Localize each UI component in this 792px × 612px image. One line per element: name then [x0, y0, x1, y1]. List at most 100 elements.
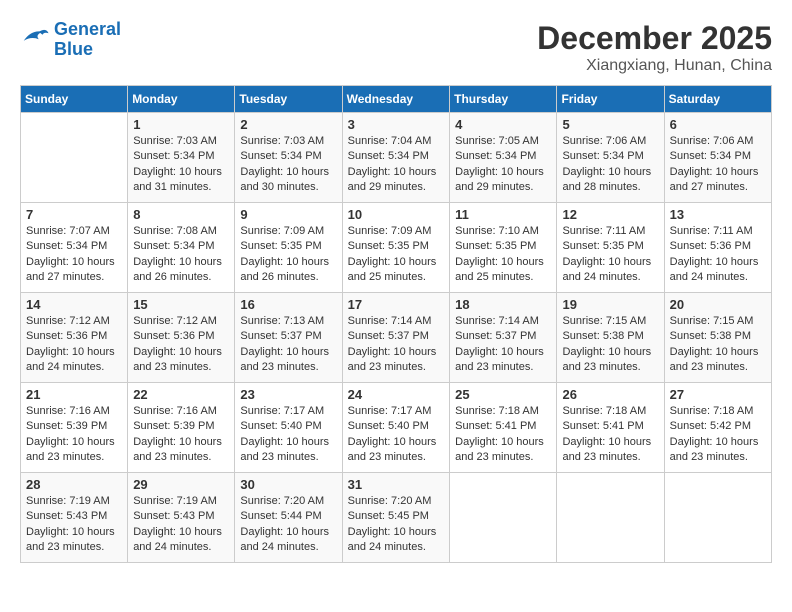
page-header: General Blue December 2025 Xiangxiang, H…: [20, 20, 772, 75]
day-info: Sunrise: 7:18 AM Sunset: 5:41 PM Dayligh…: [455, 404, 551, 466]
day-info: Sunrise: 7:14 AM Sunset: 5:37 PM Dayligh…: [455, 314, 551, 376]
calendar-day-cell: 30 Sunrise: 7:20 AM Sunset: 5:44 PM Dayli…: [235, 473, 342, 563]
day-of-week-header: Wednesday: [342, 86, 450, 113]
logo: General Blue: [20, 20, 121, 60]
calendar-table: SundayMondayTuesdayWednesdayThursdayFrid…: [20, 85, 772, 563]
calendar-week-row: 7 Sunrise: 7:07 AM Sunset: 5:34 PM Daylig…: [21, 203, 772, 293]
calendar-day-cell: 27 Sunrise: 7:18 AM Sunset: 5:42 PM Dayli…: [664, 383, 771, 473]
day-number: 31: [348, 477, 445, 492]
calendar-day-cell: 25Sunrise: 7:18 AM Sunset: 5:41 PM Dayli…: [450, 383, 557, 473]
calendar-day-cell: [664, 473, 771, 563]
day-number: 26: [562, 387, 658, 402]
day-of-week-header: Monday: [128, 86, 235, 113]
day-number: 8: [133, 207, 229, 222]
calendar-day-cell: 12 Sunrise: 7:11 AM Sunset: 5:35 PM Dayli…: [557, 203, 664, 293]
day-number: 2: [240, 117, 336, 132]
day-info: Sunrise: 7:12 AM Sunset: 5:36 PM Dayligh…: [26, 314, 122, 376]
day-number: 3: [348, 117, 445, 132]
day-info: Sunrise: 7:11 AM Sunset: 5:35 PM Dayligh…: [562, 224, 658, 286]
calendar-day-cell: 1 Sunrise: 7:03 AM Sunset: 5:34 PM Daylig…: [128, 113, 235, 203]
day-number: 21: [26, 387, 122, 402]
day-number: 20: [670, 297, 766, 312]
calendar-day-cell: 21 Sunrise: 7:16 AM Sunset: 5:39 PM Dayli…: [21, 383, 128, 473]
day-number: 1: [133, 117, 229, 132]
calendar-day-cell: 17Sunrise: 7:14 AM Sunset: 5:37 PM Dayli…: [342, 293, 450, 383]
day-of-week-header: Thursday: [450, 86, 557, 113]
day-info: Sunrise: 7:13 AM Sunset: 5:37 PM Dayligh…: [240, 314, 336, 376]
calendar-day-cell: 9 Sunrise: 7:09 AM Sunset: 5:35 PM Daylig…: [235, 203, 342, 293]
day-info: Sunrise: 7:07 AM Sunset: 5:34 PM Dayligh…: [26, 224, 122, 286]
location: Xiangxiang, Hunan, China: [537, 57, 772, 75]
day-info: Sunrise: 7:03 AM Sunset: 5:34 PM Dayligh…: [240, 134, 336, 196]
day-info: Sunrise: 7:18 AM Sunset: 5:41 PM Dayligh…: [562, 404, 658, 466]
day-number: 7: [26, 207, 122, 222]
day-of-week-header: Tuesday: [235, 86, 342, 113]
calendar-day-cell: 10Sunrise: 7:09 AM Sunset: 5:35 PM Dayli…: [342, 203, 450, 293]
day-number: 15: [133, 297, 229, 312]
day-info: Sunrise: 7:05 AM Sunset: 5:34 PM Dayligh…: [455, 134, 551, 196]
day-number: 18: [455, 297, 551, 312]
day-number: 19: [562, 297, 658, 312]
calendar-day-cell: 3 Sunrise: 7:04 AM Sunset: 5:34 PM Daylig…: [342, 113, 450, 203]
calendar-day-cell: 2 Sunrise: 7:03 AM Sunset: 5:34 PM Daylig…: [235, 113, 342, 203]
calendar-day-cell: [557, 473, 664, 563]
day-number: 23: [240, 387, 336, 402]
day-info: Sunrise: 7:04 AM Sunset: 5:34 PM Dayligh…: [348, 134, 445, 196]
day-number: 6: [670, 117, 766, 132]
calendar-day-cell: 14Sunrise: 7:12 AM Sunset: 5:36 PM Dayli…: [21, 293, 128, 383]
month-title: December 2025: [537, 20, 772, 57]
day-info: Sunrise: 7:06 AM Sunset: 5:34 PM Dayligh…: [562, 134, 658, 196]
day-info: Sunrise: 7:08 AM Sunset: 5:34 PM Dayligh…: [133, 224, 229, 286]
calendar-day-cell: 4 Sunrise: 7:05 AM Sunset: 5:34 PM Daylig…: [450, 113, 557, 203]
day-info: Sunrise: 7:09 AM Sunset: 5:35 PM Dayligh…: [240, 224, 336, 286]
day-number: 12: [562, 207, 658, 222]
day-info: Sunrise: 7:17 AM Sunset: 5:40 PM Dayligh…: [348, 404, 445, 466]
calendar-day-cell: 7 Sunrise: 7:07 AM Sunset: 5:34 PM Daylig…: [21, 203, 128, 293]
day-info: Sunrise: 7:20 AM Sunset: 5:45 PM Dayligh…: [348, 494, 445, 556]
day-number: 30: [240, 477, 336, 492]
day-of-week-header: Sunday: [21, 86, 128, 113]
day-info: Sunrise: 7:18 AM Sunset: 5:42 PM Dayligh…: [670, 404, 766, 466]
calendar-week-row: 21 Sunrise: 7:16 AM Sunset: 5:39 PM Dayli…: [21, 383, 772, 473]
day-info: Sunrise: 7:09 AM Sunset: 5:35 PM Dayligh…: [348, 224, 445, 286]
day-info: Sunrise: 7:20 AM Sunset: 5:44 PM Dayligh…: [240, 494, 336, 556]
calendar-header-row: SundayMondayTuesdayWednesdayThursdayFrid…: [21, 86, 772, 113]
calendar-week-row: 14Sunrise: 7:12 AM Sunset: 5:36 PM Dayli…: [21, 293, 772, 383]
calendar-day-cell: 11 Sunrise: 7:10 AM Sunset: 5:35 PM Dayli…: [450, 203, 557, 293]
day-info: Sunrise: 7:03 AM Sunset: 5:34 PM Dayligh…: [133, 134, 229, 196]
day-info: Sunrise: 7:10 AM Sunset: 5:35 PM Dayligh…: [455, 224, 551, 286]
day-number: 22: [133, 387, 229, 402]
day-info: Sunrise: 7:19 AM Sunset: 5:43 PM Dayligh…: [26, 494, 122, 556]
day-info: Sunrise: 7:16 AM Sunset: 5:39 PM Dayligh…: [26, 404, 122, 466]
day-number: 27: [670, 387, 766, 402]
day-info: Sunrise: 7:19 AM Sunset: 5:43 PM Dayligh…: [133, 494, 229, 556]
day-number: 4: [455, 117, 551, 132]
day-number: 11: [455, 207, 551, 222]
day-of-week-header: Saturday: [664, 86, 771, 113]
day-number: 28: [26, 477, 122, 492]
calendar-day-cell: [450, 473, 557, 563]
calendar-day-cell: 22 Sunrise: 7:16 AM Sunset: 5:39 PM Dayli…: [128, 383, 235, 473]
calendar-day-cell: 5Sunrise: 7:06 AM Sunset: 5:34 PM Daylig…: [557, 113, 664, 203]
calendar-day-cell: 29Sunrise: 7:19 AM Sunset: 5:43 PM Dayli…: [128, 473, 235, 563]
calendar-day-cell: 18 Sunrise: 7:14 AM Sunset: 5:37 PM Dayli…: [450, 293, 557, 383]
calendar-day-cell: [21, 113, 128, 203]
calendar-day-cell: 8 Sunrise: 7:08 AM Sunset: 5:34 PM Daylig…: [128, 203, 235, 293]
day-info: Sunrise: 7:11 AM Sunset: 5:36 PM Dayligh…: [670, 224, 766, 286]
day-info: Sunrise: 7:12 AM Sunset: 5:36 PM Dayligh…: [133, 314, 229, 376]
day-number: 16: [240, 297, 336, 312]
calendar-day-cell: 31 Sunrise: 7:20 AM Sunset: 5:45 PM Dayli…: [342, 473, 450, 563]
day-number: 9: [240, 207, 336, 222]
calendar-day-cell: 16 Sunrise: 7:13 AM Sunset: 5:37 PM Dayli…: [235, 293, 342, 383]
day-info: Sunrise: 7:16 AM Sunset: 5:39 PM Dayligh…: [133, 404, 229, 466]
calendar-week-row: 28 Sunrise: 7:19 AM Sunset: 5:43 PM Dayli…: [21, 473, 772, 563]
calendar-week-row: 1 Sunrise: 7:03 AM Sunset: 5:34 PM Daylig…: [21, 113, 772, 203]
day-of-week-header: Friday: [557, 86, 664, 113]
day-number: 17: [348, 297, 445, 312]
day-info: Sunrise: 7:17 AM Sunset: 5:40 PM Dayligh…: [240, 404, 336, 466]
logo-text: General Blue: [54, 20, 121, 60]
calendar-body: 1 Sunrise: 7:03 AM Sunset: 5:34 PM Daylig…: [21, 113, 772, 563]
calendar-day-cell: 26 Sunrise: 7:18 AM Sunset: 5:41 PM Dayli…: [557, 383, 664, 473]
day-number: 13: [670, 207, 766, 222]
day-info: Sunrise: 7:06 AM Sunset: 5:34 PM Dayligh…: [670, 134, 766, 196]
